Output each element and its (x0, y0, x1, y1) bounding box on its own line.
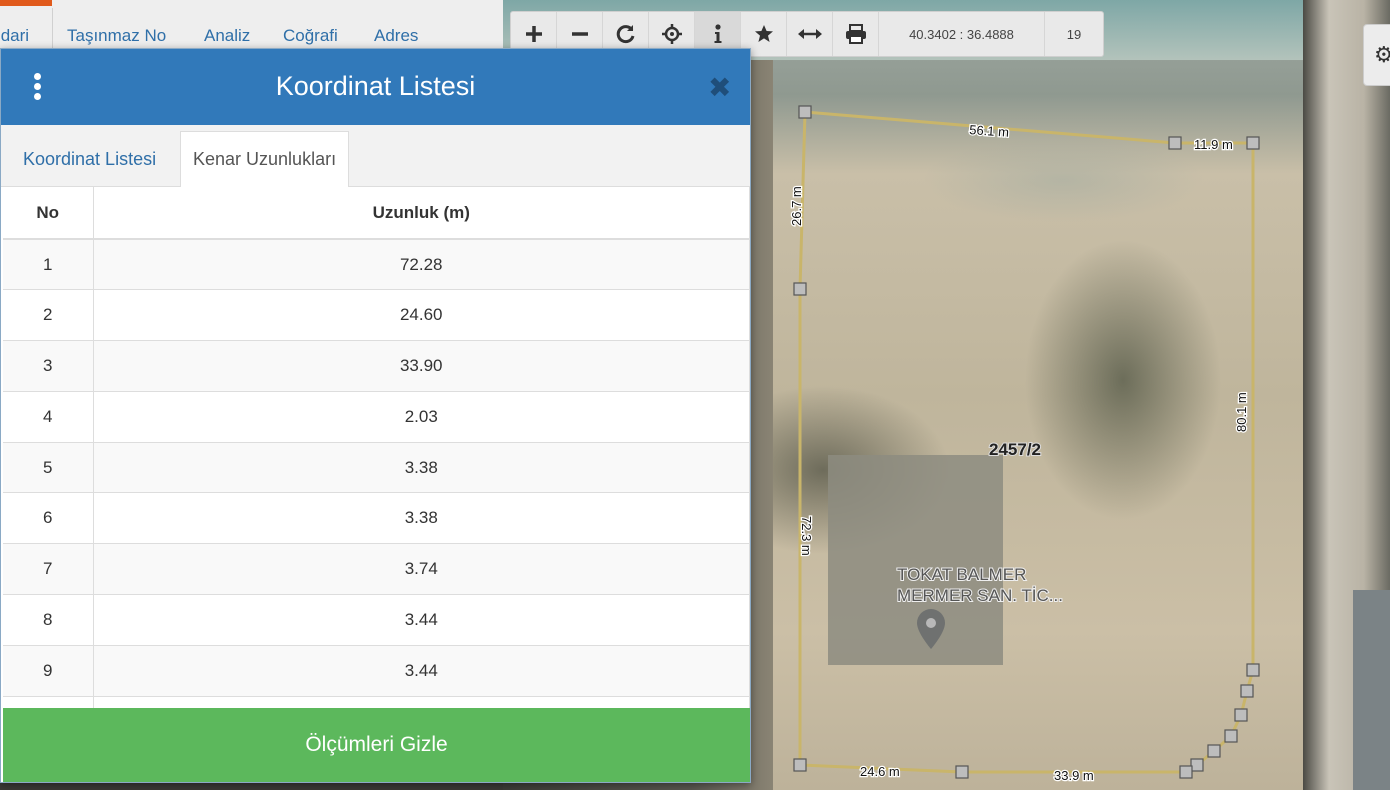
table-header-row: No Uzunluk (m) (3, 187, 750, 240)
vertex-handle (1234, 708, 1248, 722)
table-row: 9 3.44 (3, 645, 750, 697)
vertex-handle (793, 758, 807, 772)
row-number: 5 (3, 442, 94, 494)
place-label: MERMER SAN. TİC... (897, 586, 1063, 605)
row-length: 24.60 (93, 289, 750, 342)
table-row (3, 696, 750, 708)
tab-kenar-uzunluklari[interactable]: Kenar Uzunlukları (180, 131, 350, 188)
table-row: 4 2.03 (3, 391, 750, 443)
edge-length-table: No Uzunluk (m) 1 72.28 2 24.60 3 33.90 4 2.0… (3, 187, 750, 708)
table-row: 5 3.38 (3, 442, 750, 494)
vertex-handle (1246, 136, 1260, 150)
gear-icon[interactable]: ⚙ (1363, 24, 1390, 86)
column-header-length: Uzunluk (m) (93, 187, 750, 240)
edge-label: 24.6 m (860, 764, 900, 779)
row-length: 3.38 (93, 442, 750, 494)
table-row: 3 33.90 (3, 340, 750, 392)
dialog-title: Koordinat Listesi (275, 71, 476, 101)
vertex-handle (793, 282, 807, 296)
row-number: 1 (3, 239, 94, 291)
close-icon[interactable]: ✖ (708, 71, 731, 104)
row-length: 3.38 (93, 492, 750, 545)
row-length (93, 696, 750, 708)
dialog-tabs: Koordinat Listesi Kenar Uzunlukları (1, 125, 750, 188)
row-number: 7 (3, 543, 94, 596)
brand-accent-bar (0, 0, 52, 6)
nav-item-idari[interactable]: İdari (0, 26, 29, 46)
coordinate-list-dialog: Koordinat Listesi ✖ Koordinat Listesi Ke… (0, 48, 751, 783)
vertex-handle (955, 765, 969, 779)
tab-koordinat-listesi[interactable]: Koordinat Listesi (11, 131, 168, 187)
print-icon[interactable] (833, 12, 879, 56)
row-number: 3 (3, 340, 94, 392)
row-number: 9 (3, 645, 94, 697)
row-length: 33.90 (93, 340, 750, 392)
map-pin-dot (926, 618, 936, 628)
parcel-number-label: 2457/2 (989, 440, 1041, 459)
edge-length-table-container[interactable]: No Uzunluk (m) 1 72.28 2 24.60 3 33.90 4 2.0… (3, 187, 750, 708)
row-number: 4 (3, 391, 94, 443)
coordinate-readout: 40.3402 : 36.4888 (879, 12, 1045, 56)
nav-item-analiz[interactable]: Analiz (204, 26, 250, 46)
edge-label: 11.9 m (1194, 137, 1233, 152)
top-navigation: İdari Taşınmaz No Analiz Coğrafi Adres (0, 0, 503, 50)
row-length: 72.28 (93, 239, 750, 291)
edge-label: 56.1 m (969, 122, 1010, 140)
table-row: 6 3.38 (3, 492, 750, 545)
hide-measurements-button[interactable]: Ölçümleri Gizle (3, 708, 750, 782)
edge-label: 33.9 m (1054, 768, 1094, 783)
edge-label: 80.1 m (1234, 392, 1249, 432)
row-number: 6 (3, 492, 94, 545)
row-number: 2 (3, 289, 94, 342)
vertex-handle (798, 105, 812, 119)
vertex-handle (1224, 729, 1238, 743)
edge-label: 72.3 m (799, 516, 814, 556)
vertex-handle (1207, 744, 1221, 758)
vertex-handle (1240, 684, 1254, 698)
row-length: 3.74 (93, 543, 750, 596)
row-length: 3.44 (93, 594, 750, 646)
vertex-handle (1168, 136, 1182, 150)
vertex-handle (1190, 758, 1204, 772)
map-pin-icon (917, 609, 945, 649)
table-row: 8 3.44 (3, 594, 750, 646)
row-number: 8 (3, 594, 94, 646)
place-label: TOKAT BALMER (897, 565, 1026, 584)
zoom-level: 19 (1066, 26, 1082, 42)
edge-label: 26.7 m (789, 186, 804, 226)
table-row: 7 3.74 (3, 543, 750, 596)
vertex-handle (1179, 765, 1193, 779)
nav-item-adres[interactable]: Adres (374, 26, 418, 46)
vertex-handle (1246, 663, 1260, 677)
table-row: 1 72.28 (3, 239, 750, 291)
dialog-header: Koordinat Listesi ✖ (1, 49, 750, 125)
measure-icon[interactable] (787, 12, 833, 56)
row-number (3, 696, 94, 708)
row-length: 3.44 (93, 645, 750, 697)
nav-item-tasinmaz-no[interactable]: Taşınmaz No (67, 26, 166, 46)
row-length: 2.03 (93, 391, 750, 443)
nav-item-cografi[interactable]: Coğrafi (283, 26, 338, 46)
table-row: 2 24.60 (3, 289, 750, 342)
column-header-no: No (3, 187, 94, 240)
nav-separator (52, 8, 53, 50)
